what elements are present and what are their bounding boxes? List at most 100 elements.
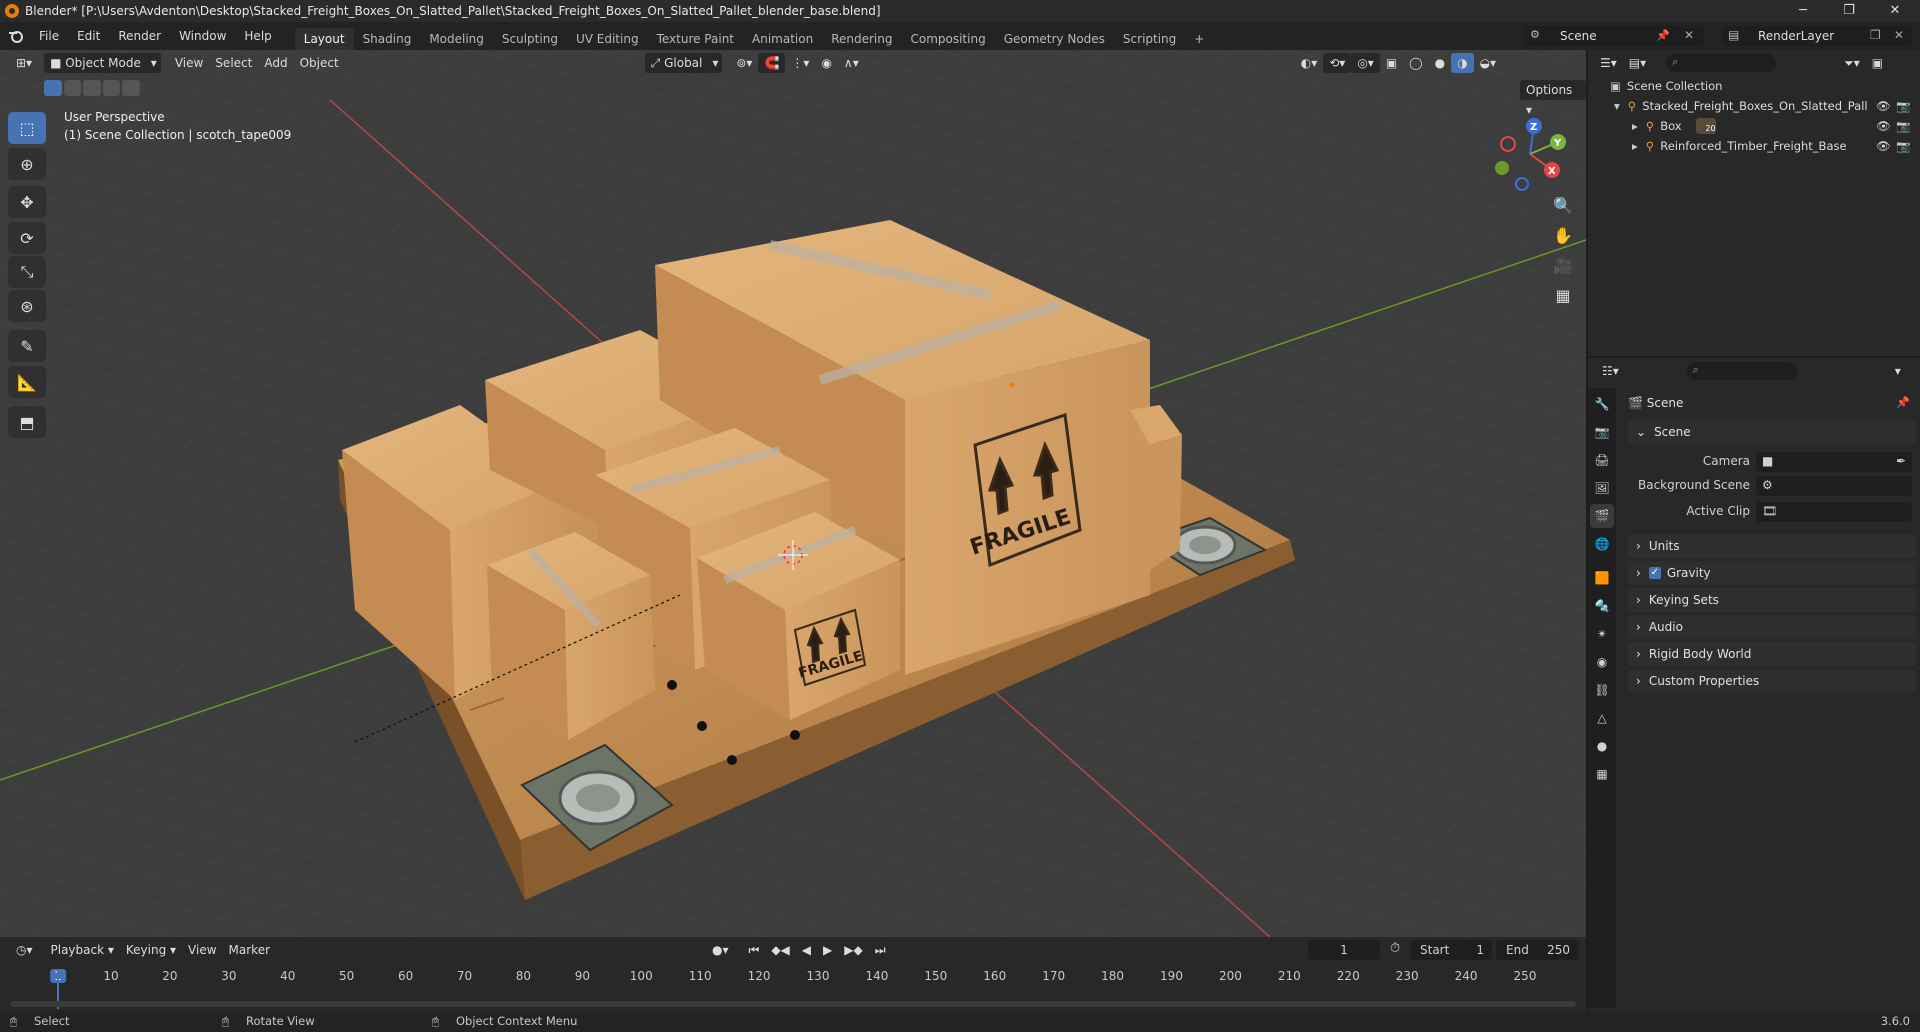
perspective-toggle-icon[interactable]: ▦ xyxy=(1548,280,1578,310)
menu-window[interactable]: Window xyxy=(170,22,235,50)
transform-orientation-dropdown[interactable]: ⤢ Global ▾ xyxy=(644,53,723,73)
snap-icon[interactable]: 🧲 xyxy=(758,53,786,73)
panel-audio-header[interactable]: › Audio xyxy=(1628,615,1916,639)
eye-icon[interactable]: 👁 xyxy=(1876,96,1891,116)
eyedropper-icon[interactable]: ✒ xyxy=(1896,454,1906,468)
tab-modeling[interactable]: Modeling xyxy=(420,28,493,50)
material-shading-icon[interactable]: ◑ xyxy=(1451,53,1474,73)
overlay-toggle-icon[interactable]: ◎▾ xyxy=(1351,53,1380,73)
tab-shading[interactable]: Shading xyxy=(354,28,421,50)
pin-icon[interactable]: 📌 xyxy=(1656,29,1670,42)
view-layer-tab-icon[interactable]: 🖼 xyxy=(1590,476,1614,500)
tab-rendering[interactable]: Rendering xyxy=(822,28,901,50)
select-new-icon[interactable] xyxy=(44,80,62,96)
menu-object[interactable]: Object xyxy=(294,53,345,73)
modifier-tab-icon[interactable]: 🔩 xyxy=(1590,594,1614,618)
expand-arrow-icon[interactable]: ▾ xyxy=(1614,96,1620,116)
panel-gravity-header[interactable]: › ✓ Gravity xyxy=(1628,561,1916,585)
zoom-icon[interactable]: 🔍 xyxy=(1548,190,1578,220)
filter-icon[interactable]: ⏷▾ xyxy=(1838,53,1866,73)
move-tool[interactable]: ✥ xyxy=(8,186,46,218)
outliner-editor-icon[interactable]: ☰▾ xyxy=(1594,53,1623,73)
pin-icon[interactable]: 📌 xyxy=(1896,396,1910,409)
tab-layout[interactable]: Layout xyxy=(294,28,354,50)
wireframe-shading-icon[interactable]: ◯ xyxy=(1403,53,1428,73)
tab-sculpting[interactable]: Sculpting xyxy=(493,28,567,50)
solid-shading-icon[interactable]: ● xyxy=(1429,53,1451,73)
viewport-scene[interactable]: FRAGILE FRAGILE xyxy=(0,50,1586,937)
eye-icon[interactable]: 👁 xyxy=(1876,116,1891,136)
menu-help[interactable]: Help xyxy=(235,22,280,50)
panel-scene-header[interactable]: ⌄ Scene xyxy=(1628,420,1916,444)
panel-units-header[interactable]: › Units xyxy=(1628,534,1916,558)
visibility-icon[interactable]: ◐▾ xyxy=(1295,53,1324,73)
camera-view-icon[interactable]: 🎥 xyxy=(1548,250,1578,280)
properties-editor-icon[interactable]: ☷▾ xyxy=(1596,361,1625,381)
scale-tool[interactable]: ⤡ xyxy=(8,256,46,288)
frame-ruler[interactable]: 1102030405060708090100110120130140150160… xyxy=(0,937,1586,1011)
camera-render-icon[interactable]: 📷 xyxy=(1896,116,1910,136)
copy-icon[interactable]: ❐ xyxy=(1870,28,1881,42)
constraints-tab-icon[interactable]: ⛓ xyxy=(1590,678,1614,702)
properties-search-input[interactable]: ⌕ xyxy=(1686,362,1797,380)
gizmo-toggle-icon[interactable]: ⟲▾ xyxy=(1323,53,1352,73)
minimize-button[interactable]: ─ xyxy=(1780,0,1826,22)
cursor-tool[interactable]: ⊕ xyxy=(8,148,46,180)
tool-tab-icon[interactable]: 🔧 xyxy=(1590,392,1614,416)
close-window-button[interactable]: ✕ xyxy=(1872,0,1918,22)
editor-type-icon[interactable]: ⊞▾ xyxy=(10,53,38,73)
physics-tab-icon[interactable]: ◉ xyxy=(1590,650,1614,674)
object-tab-icon[interactable]: 🟧 xyxy=(1590,566,1614,590)
menu-render[interactable]: Render xyxy=(109,22,170,50)
rotate-tool[interactable]: ⟳ xyxy=(8,222,46,254)
outliner-row-box[interactable]: ▸ ⚲ Box 20 👁 📷 xyxy=(1588,116,1920,136)
navigation-gizmo[interactable]: Z Y X xyxy=(1490,114,1570,194)
select-invert-icon[interactable] xyxy=(102,80,121,96)
select-subtract-icon[interactable] xyxy=(83,80,101,96)
proportional-edit-icon[interactable]: ◉ xyxy=(815,53,837,73)
tab-texture-paint[interactable]: Texture Paint xyxy=(648,28,743,50)
pan-hand-icon[interactable]: ✋ xyxy=(1548,220,1578,250)
gravity-checkbox[interactable]: ✓ xyxy=(1648,567,1661,579)
close-icon[interactable]: ✕ xyxy=(1684,28,1694,42)
tab-uv-editing[interactable]: UV Editing xyxy=(567,28,648,50)
snap-target-icon[interactable]: ⋮▾ xyxy=(785,53,815,73)
output-tab-icon[interactable]: 🖨 xyxy=(1590,448,1614,472)
3d-viewport[interactable]: FRAGILE FRAGILE ⊞▾ ■ Object Mode ▾ View … xyxy=(0,50,1586,937)
close-icon[interactable]: ✕ xyxy=(1894,28,1904,42)
pivot-point-icon[interactable]: ⊚▾ xyxy=(730,53,758,73)
outliner-row-stacked[interactable]: ▾ ⚲ Stacked_Freight_Boxes_On_Slatted_Pal… xyxy=(1588,96,1920,116)
select-intersect-icon[interactable] xyxy=(122,80,140,96)
maximize-button[interactable]: ❐ xyxy=(1826,0,1872,22)
panel-custom-properties-header[interactable]: › Custom Properties xyxy=(1628,669,1916,693)
texture-tab-icon[interactable]: ▦ xyxy=(1590,762,1614,786)
display-mode-icon[interactable]: ▤▾ xyxy=(1623,53,1652,73)
falloff-icon[interactable]: ∧▾ xyxy=(838,53,865,73)
world-tab-icon[interactable]: 🌐 xyxy=(1590,532,1614,556)
select-box-tool[interactable]: ⬚ xyxy=(8,112,46,144)
add-workspace-button[interactable]: + xyxy=(1185,28,1213,50)
camera-render-icon[interactable]: 📷 xyxy=(1896,136,1910,156)
new-collection-icon[interactable]: ▣ xyxy=(1866,53,1889,73)
camera-render-icon[interactable]: 📷 xyxy=(1896,96,1910,116)
mode-dropdown[interactable]: ■ Object Mode ▾ xyxy=(44,53,161,73)
blender-menu-icon[interactable] xyxy=(8,28,24,44)
options-dropdown[interactable]: Options ▾ xyxy=(1520,80,1586,117)
outliner-row-timber-base[interactable]: ▸ ⚲ Reinforced_Timber_Freight_Base 👁 📷 xyxy=(1588,136,1920,156)
timeline-scrollbar[interactable] xyxy=(10,1001,1576,1007)
xray-icon[interactable]: ▣ xyxy=(1380,53,1403,73)
scene-tab-icon[interactable]: 🎬 xyxy=(1590,504,1614,528)
eye-icon[interactable]: 👁 xyxy=(1876,136,1891,156)
rendered-shading-icon[interactable]: ◒▾ xyxy=(1474,53,1503,73)
add-cube-tool[interactable]: ⬒ xyxy=(8,406,46,438)
annotate-tool[interactable]: ✎ xyxy=(8,330,46,362)
outliner-search-input[interactable]: ⌕ xyxy=(1666,54,1777,72)
camera-field[interactable]: ■ ✒ xyxy=(1756,452,1912,472)
expand-arrow-icon[interactable]: ▸ xyxy=(1632,116,1638,136)
tab-animation[interactable]: Animation xyxy=(743,28,822,50)
active-clip-field[interactable]: 🎞 xyxy=(1756,502,1912,522)
menu-edit[interactable]: Edit xyxy=(68,22,109,50)
outliner-row-scene-collection[interactable]: ▣ Scene Collection xyxy=(1588,76,1920,96)
menu-add[interactable]: Add xyxy=(258,53,293,73)
measure-tool[interactable]: 📐 xyxy=(8,366,46,398)
